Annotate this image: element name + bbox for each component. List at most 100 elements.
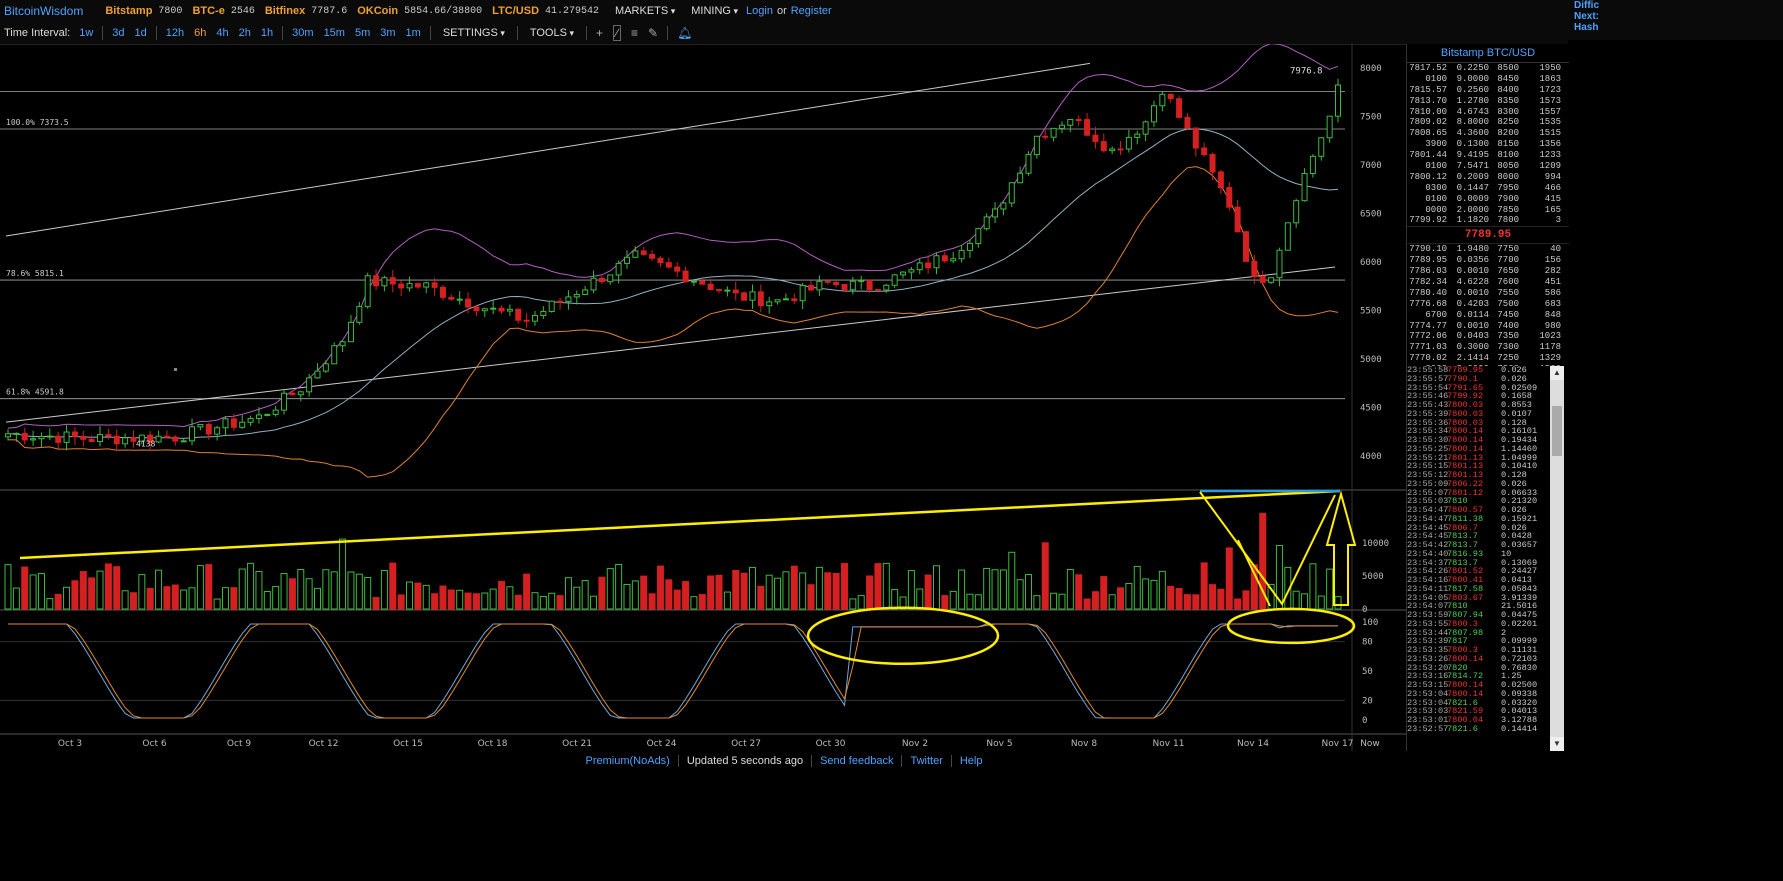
- volume-bar: [79, 571, 87, 610]
- separator: [950, 755, 952, 767]
- register-link[interactable]: Register: [791, 5, 832, 17]
- volume-bar: [690, 596, 698, 610]
- volume-bar: [489, 588, 497, 610]
- interval-5m[interactable]: 5m: [355, 27, 370, 39]
- cursor-dot: [174, 368, 177, 371]
- order-cell: 1557: [1539, 106, 1561, 117]
- volume-bar: [1175, 587, 1183, 610]
- candle-body: [5, 433, 11, 438]
- line-icon[interactable]: ∕: [613, 25, 622, 41]
- candle-body: [306, 377, 313, 393]
- volume-bar: [1083, 598, 1091, 610]
- volume-bar: [698, 594, 706, 610]
- interval-1h[interactable]: 1h: [261, 27, 273, 39]
- login-link[interactable]: Login: [746, 5, 773, 17]
- exchange-bitstamp[interactable]: Bitstamp: [105, 5, 152, 17]
- premium-link[interactable]: Premium(NoAds): [586, 755, 670, 767]
- candle-body: [331, 345, 338, 365]
- exchange-okcoin[interactable]: OKCoin: [357, 5, 398, 17]
- volume-bar: [113, 566, 121, 610]
- candle-body: [339, 341, 346, 347]
- candle-body: [88, 438, 95, 443]
- hlines-icon[interactable]: ≡: [631, 26, 638, 40]
- x-tick-label: Nov 2: [902, 739, 928, 749]
- order-cell: 3900: [1425, 139, 1447, 150]
- scroll-thumb[interactable]: [1552, 406, 1562, 456]
- ask-row: 0100 7.5471 8050 1209: [1407, 161, 1569, 172]
- order-cell: 1.2780: [1456, 95, 1489, 106]
- candle-body: [883, 284, 890, 291]
- interval-4h[interactable]: 4h: [216, 27, 228, 39]
- brand-logo[interactable]: BitcoinWisdom: [4, 4, 83, 18]
- interval-1w[interactable]: 1w: [79, 27, 93, 39]
- x-tick-label: Nov 11: [1153, 739, 1185, 749]
- crosshair-icon[interactable]: +: [596, 26, 603, 40]
- exchange-ltcusd[interactable]: LTC/USD: [492, 5, 539, 17]
- volume-bar: [1025, 574, 1033, 610]
- candle-body: [465, 298, 472, 308]
- draw-icon[interactable]: ✎: [648, 26, 658, 40]
- interval-2h[interactable]: 2h: [239, 27, 251, 39]
- volume-bar: [12, 587, 20, 610]
- volume-bar: [807, 584, 815, 610]
- bell-icon[interactable]: 🔔︎: [677, 26, 692, 40]
- scroll-down-icon[interactable]: ▼: [1550, 737, 1564, 751]
- tools-menu[interactable]: TOOLS: [530, 27, 574, 39]
- interval-3m[interactable]: 3m: [380, 27, 395, 39]
- price-chart[interactable]: 8000750070006500600055005000450040001000…: [0, 44, 1406, 751]
- twitter-link[interactable]: Twitter: [910, 755, 942, 767]
- exchange-bitfinex[interactable]: Bitfinex: [265, 5, 305, 17]
- stoch-d-line: [8, 623, 1338, 719]
- order-cell: 415: [1544, 193, 1561, 204]
- interval-6h[interactable]: 6h: [194, 27, 206, 39]
- candle-body: [841, 283, 848, 291]
- candle-body: [356, 306, 363, 323]
- interval-1d[interactable]: 1d: [135, 27, 147, 39]
- settings-menu[interactable]: SETTINGS: [443, 27, 505, 39]
- candle-body: [1318, 137, 1325, 157]
- order-book: Bitstamp BTC/USD 7817.52 0.2250 8500 1950 01…: [1406, 44, 1569, 407]
- trade-scrollbar[interactable]: ▲ ▼: [1550, 366, 1564, 751]
- separator: [901, 755, 903, 767]
- order-cell: 7750: [1497, 244, 1519, 255]
- separator: [811, 755, 813, 767]
- volume-bar: [673, 589, 681, 610]
- right-edge-info: Diffic Next: Hash: [1568, 0, 1783, 40]
- markets-menu[interactable]: MARKETS: [615, 5, 675, 17]
- order-cell: 0.2009: [1456, 171, 1489, 182]
- x-tick-label: Nov 5: [986, 739, 1012, 749]
- interval-1m[interactable]: 1m: [406, 27, 421, 39]
- scroll-up-icon[interactable]: ▲: [1550, 366, 1564, 380]
- candle-body: [716, 289, 723, 292]
- order-cell: 7800: [1497, 215, 1519, 226]
- volume-bar: [37, 573, 45, 610]
- ask-row: 0100 0.0009 7900 415: [1407, 194, 1569, 205]
- candle-body: [1109, 148, 1116, 152]
- volume-bar: [447, 589, 455, 610]
- volume-bar: [531, 592, 539, 610]
- separator: [102, 26, 104, 40]
- exchange-btce[interactable]: BTC-e: [192, 5, 224, 17]
- interval-30m[interactable]: 30m: [292, 27, 313, 39]
- candle-body: [239, 421, 246, 428]
- volume-bar: [1158, 570, 1166, 610]
- feedback-link[interactable]: Send feedback: [820, 755, 893, 767]
- interval-12h[interactable]: 12h: [166, 27, 184, 39]
- candle-body: [849, 280, 856, 291]
- order-cell: 8300: [1497, 106, 1519, 117]
- interval-3d[interactable]: 3d: [112, 27, 124, 39]
- help-link[interactable]: Help: [960, 755, 983, 767]
- order-cell: 7250: [1497, 353, 1519, 364]
- candle-body: [1217, 171, 1224, 189]
- volume-bar: [297, 569, 305, 610]
- candle-body: [506, 308, 513, 312]
- volume-bar: [339, 538, 347, 610]
- order-cell: 1535: [1539, 117, 1561, 128]
- bid-row: 7789.95 0.0356 7700 156: [1407, 255, 1569, 266]
- interval-15m[interactable]: 15m: [324, 27, 345, 39]
- bid-row: 7786.03 0.0010 7650 282: [1407, 266, 1569, 277]
- mining-menu[interactable]: MINING: [691, 5, 738, 17]
- volume-bar: [707, 575, 715, 610]
- trade-time: 23:52:57: [1407, 723, 1449, 734]
- order-cell: 8.8000: [1456, 117, 1489, 128]
